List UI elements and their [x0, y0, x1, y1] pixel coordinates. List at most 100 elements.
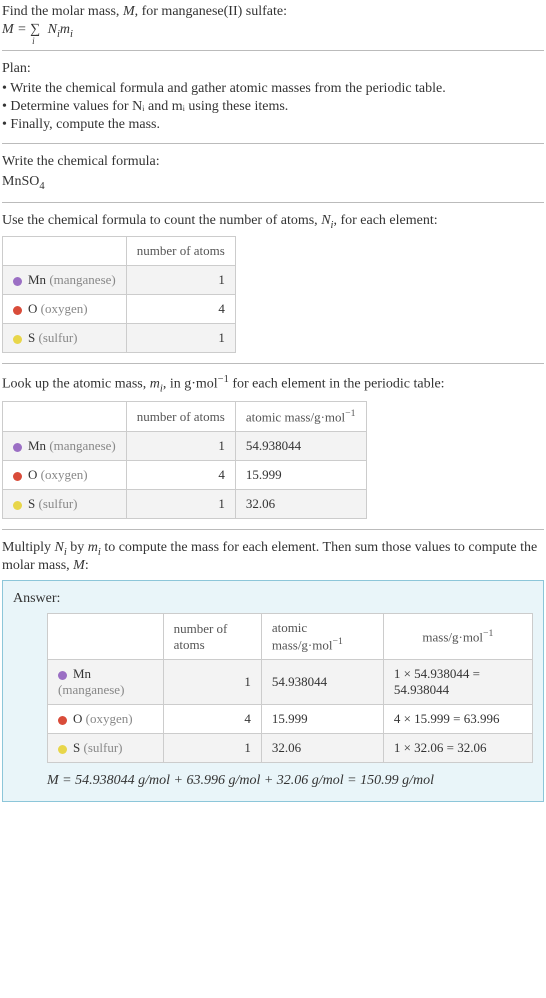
table-row: O (oxygen) 4 15.999: [3, 461, 367, 490]
count-h-a: Use the chemical formula to count the nu…: [2, 213, 321, 228]
element-name: (sulfur): [38, 496, 77, 511]
divider: [2, 143, 544, 144]
element-cell: S (sulfur): [48, 734, 164, 763]
count-section: Use the chemical formula to count the nu…: [2, 213, 544, 354]
plan-heading: Plan:: [2, 61, 544, 77]
table-row: S (sulfur) 1 32.06 1 × 32.06 = 32.06: [48, 734, 533, 763]
element-dot-icon: [13, 443, 22, 452]
col3-a: atomic mass/g·mol: [246, 409, 345, 424]
table-row: S (sulfur) 1 32.06: [3, 490, 367, 519]
table-header-row: number of atoms: [3, 237, 236, 266]
intro-part-c: , for manganese(II) sulfate:: [135, 4, 287, 19]
divider: [2, 529, 544, 530]
atom-count: 4: [163, 705, 261, 734]
atomic-mass: 54.938044: [235, 432, 366, 461]
chem-sub: 4: [39, 181, 44, 192]
count-heading: Use the chemical formula to count the nu…: [2, 213, 544, 231]
formula-m: m: [60, 22, 70, 37]
formula-lhs: M =: [2, 22, 30, 37]
atomic-mass: 32.06: [261, 734, 383, 763]
intro-section: Find the molar mass, M, for manganese(II…: [2, 4, 544, 40]
element-cell: O (oxygen): [48, 705, 164, 734]
plan-item: • Write the chemical formula and gather …: [2, 81, 544, 97]
table-header-row: number of atoms atomic mass/g·mol−1: [3, 401, 367, 431]
element-name: (manganese): [58, 682, 124, 697]
answer-table: number of atoms atomic mass/g·mol−1 mass…: [47, 613, 533, 763]
atom-count: 1: [163, 734, 261, 763]
atom-count-table: number of atoms Mn (manganese) 1 O (oxyg…: [2, 236, 236, 353]
intro-text: Find the molar mass, M, for manganese(II…: [2, 4, 544, 20]
c-a: Multiply: [2, 540, 55, 555]
formula-m-sub: i: [70, 29, 73, 40]
element-name: (oxygen): [41, 467, 88, 482]
atomic-mass: 54.938044: [261, 660, 383, 705]
col-atomic-mass: atomic mass/g·mol−1: [261, 613, 383, 659]
formula-N: N: [48, 22, 57, 37]
element-dot-icon: [13, 472, 22, 481]
divider: [2, 202, 544, 203]
m-h-a: Look up the atomic mass,: [2, 377, 150, 392]
c4b: −1: [483, 628, 493, 639]
atom-count: 4: [126, 295, 235, 324]
mass-calc: 1 × 54.938044 = 54.938044: [383, 660, 532, 705]
mass-calc: 4 × 15.999 = 63.996: [383, 705, 532, 734]
atomic-mass-table: number of atoms atomic mass/g·mol−1 Mn (…: [2, 401, 367, 519]
table-row: O (oxygen) 4: [3, 295, 236, 324]
element-cell: O (oxygen): [3, 461, 127, 490]
m-h-d: , in g·mol: [163, 377, 218, 392]
atom-count: 1: [163, 660, 261, 705]
element-cell: O (oxygen): [3, 295, 127, 324]
plan-item: • Finally, compute the mass.: [2, 117, 544, 133]
col-mass: mass/g·mol−1: [383, 613, 532, 659]
atomic-mass: 32.06: [235, 490, 366, 519]
masses-section: Look up the atomic mass, mi, in g·mol−1 …: [2, 374, 544, 519]
plan-list: • Write the chemical formula and gather …: [2, 81, 544, 133]
count-h-d: , for each element:: [333, 213, 437, 228]
atom-count: 1: [126, 324, 235, 353]
m-h-f: for each element in the periodic table:: [229, 377, 445, 392]
c-by: by: [67, 540, 88, 555]
sigma-icon: ∑: [30, 22, 40, 37]
element-name: (sulfur): [83, 740, 122, 755]
element-cell: Mn (manganese): [3, 266, 127, 295]
compute-heading: Multiply Ni by mi to compute the mass fo…: [2, 540, 544, 574]
element-symbol: O: [28, 301, 37, 316]
masses-heading: Look up the atomic mass, mi, in g·mol−1 …: [2, 374, 544, 394]
element-symbol: Mn: [28, 438, 46, 453]
compute-section: Multiply Ni by mi to compute the mass fo…: [2, 540, 544, 802]
element-symbol: Mn: [73, 666, 91, 681]
m-h-sup: −1: [218, 374, 229, 385]
element-dot-icon: [13, 501, 22, 510]
table-row: Mn (manganese) 1 54.938044 1 × 54.938044…: [48, 660, 533, 705]
c3a: atomic mass/g·mol: [272, 620, 333, 652]
plan-item: • Determine values for Nᵢ and mᵢ using t…: [2, 99, 544, 115]
plan-section: Plan: • Write the chemical formula and g…: [2, 61, 544, 133]
sigma-sub: i: [32, 36, 35, 46]
element-name: (oxygen): [86, 711, 133, 726]
element-dot-icon: [13, 306, 22, 315]
table-row: Mn (manganese) 1 54.938044: [3, 432, 367, 461]
element-symbol: S: [28, 330, 35, 345]
atom-count: 4: [126, 461, 235, 490]
answer-sum: M = 54.938044 g/mol + 63.996 g/mol + 32.…: [47, 773, 533, 789]
element-symbol: O: [73, 711, 82, 726]
element-dot-icon: [13, 277, 22, 286]
intro-part-a: Find the molar mass,: [2, 4, 123, 19]
m-h-m: m: [150, 377, 160, 392]
table-row: S (sulfur) 1: [3, 324, 236, 353]
element-name: (oxygen): [41, 301, 88, 316]
chem-base: MnSO: [2, 174, 39, 189]
answer-inner: number of atoms atomic mass/g·mol−1 mass…: [13, 613, 533, 789]
col-element: [3, 401, 127, 431]
element-dot-icon: [13, 335, 22, 344]
element-cell: Mn (manganese): [3, 432, 127, 461]
element-symbol: Mn: [28, 272, 46, 287]
atom-count: 1: [126, 432, 235, 461]
element-symbol: S: [73, 740, 80, 755]
element-cell: Mn (manganese): [48, 660, 164, 705]
col-atomic-mass: atomic mass/g·mol−1: [235, 401, 366, 431]
c-M: M: [73, 558, 85, 573]
c4a: mass/g·mol: [422, 629, 483, 644]
answer-box: Answer: number of atoms atomic mass/g·mo…: [2, 580, 544, 802]
col-num-atoms: number of atoms: [163, 613, 261, 659]
